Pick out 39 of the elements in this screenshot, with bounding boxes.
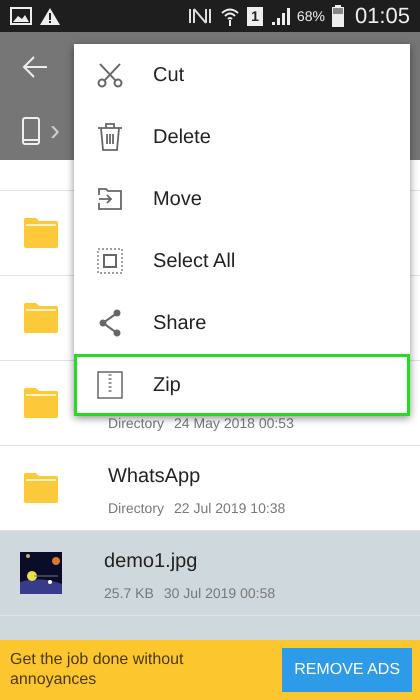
folder-icon: [24, 303, 58, 333]
clock: 01:05: [354, 3, 410, 29]
file-type: Directory: [108, 415, 164, 431]
image-icon: [10, 7, 32, 25]
scissors-icon: [97, 62, 123, 88]
back-arrow-icon: [22, 55, 48, 79]
breadcrumb-separator: ›: [50, 114, 60, 148]
phone-icon[interactable]: [22, 117, 40, 145]
folder-icon: [24, 473, 58, 503]
back-button[interactable]: [22, 55, 48, 79]
sim-icon: 1: [247, 6, 263, 26]
file-date: 22 Jul 2019 10:38: [174, 500, 286, 516]
menu-item[interactable]: Select All: [74, 230, 410, 292]
wifi-icon: [220, 6, 240, 26]
vibrate-off-icon: [187, 7, 214, 25]
file-name: demo1.jpg: [104, 550, 198, 573]
menu-item[interactable]: Share: [74, 292, 410, 354]
file-name: WhatsApp: [108, 465, 202, 488]
folder-icon: [24, 218, 58, 248]
menu-item[interactable]: Move: [74, 168, 410, 230]
battery-percent: 68%: [296, 8, 325, 24]
file-type: Directory: [108, 500, 164, 516]
warning-icon: [39, 6, 61, 26]
folder-icon: [24, 388, 58, 418]
signal-icon: [270, 7, 290, 25]
menu-item[interactable]: Delete: [74, 106, 410, 168]
menu-item[interactable]: Cut: [74, 44, 410, 106]
file-date: 30 Jul 2019 00:58: [164, 585, 276, 601]
file-date: 24 May 2018 00:53: [174, 415, 294, 431]
menu-item[interactable]: Zip: [74, 354, 410, 416]
zip-file-icon: [97, 371, 123, 399]
folder-arrow-icon: [97, 187, 123, 211]
battery-icon: [332, 5, 344, 27]
file-type: 25.7 KB: [104, 585, 154, 601]
file-row[interactable]: WhatsApp Directory 22 Jul 2019 10:38: [0, 446, 420, 531]
share-icon: [97, 309, 123, 337]
trash-icon: [97, 123, 123, 151]
ad-text: Get the job done without annoyances: [10, 650, 184, 690]
select-all-icon: [97, 248, 123, 274]
